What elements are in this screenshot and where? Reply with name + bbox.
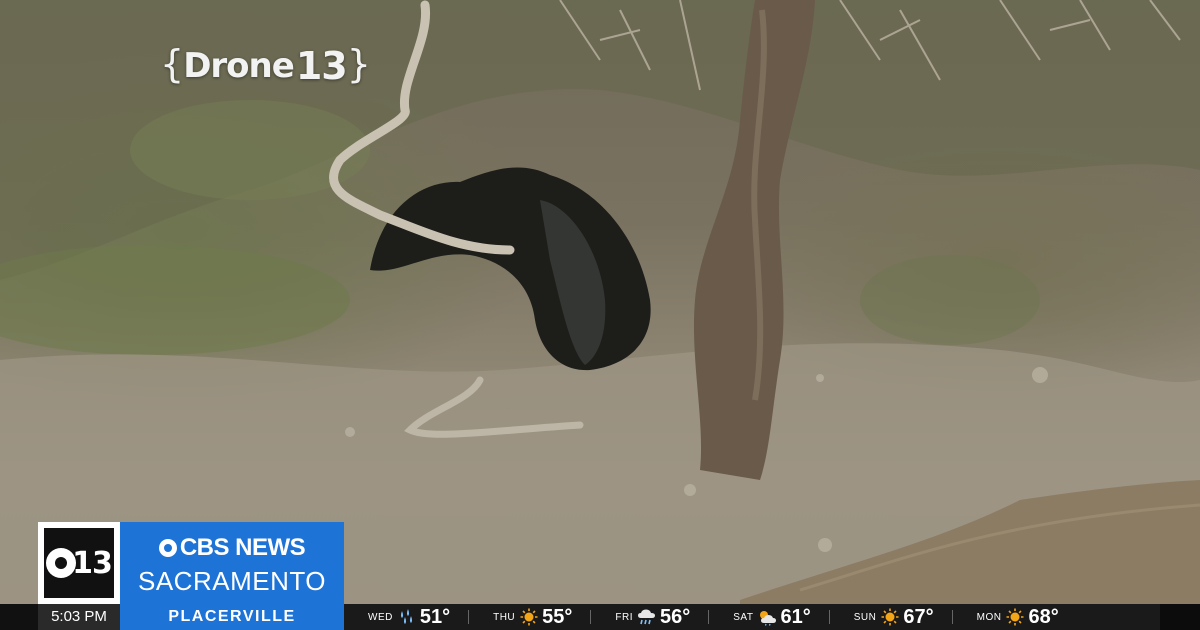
sun-icon [520, 608, 538, 626]
day-name: SUN [853, 611, 877, 623]
partly-cloudy-icon [760, 611, 777, 626]
forecast-day: FRI 56° [591, 604, 710, 630]
rain-icon [400, 609, 412, 624]
day-name: THU [493, 611, 516, 623]
day-name: FRI [615, 611, 634, 623]
sun-icon [881, 608, 899, 626]
rain-cloud-icon [638, 609, 656, 625]
logo-left-brace: { [160, 42, 184, 86]
market-name: SACRAMENTO [138, 566, 326, 596]
drone13-logo: { Drone 13 } [160, 42, 371, 88]
network-name: CBS NEWS [179, 534, 306, 561]
forecast-temp: 61° [780, 605, 811, 628]
current-time: 5:03 PM [38, 604, 120, 630]
forecast-day: SAT 61° [709, 604, 830, 630]
ticker-location: PLACERVILLE [120, 604, 344, 630]
logo-number: 13 [295, 44, 348, 88]
forecast-day: MON 68° [953, 604, 1059, 630]
sun-icon [1006, 608, 1024, 626]
day-name: MON [976, 611, 1002, 623]
network-brand: CBS NEWS SACRAMENTO [120, 522, 344, 604]
forecast-day: THU 55° [469, 604, 592, 630]
day-name: SAT [733, 611, 754, 623]
network-name-row: CBS NEWS [120, 534, 344, 562]
forecast-temp: 51° [419, 605, 451, 628]
logo-word: Drone [183, 46, 295, 86]
logo-right-brace: } [346, 42, 371, 86]
cbs13-logo-inner: 13 [44, 528, 114, 598]
forecast-day: SUN 67° [830, 604, 953, 630]
ticker-end-cap [1160, 604, 1200, 630]
cbs13-logo: 13 [38, 522, 120, 604]
forecast-temp: 55° [542, 605, 573, 628]
forecast-day: WED 51° [344, 604, 470, 630]
weather-ticker: 5:03 PM PLACERVILLE WED 51° THU 55° FRI [0, 604, 1200, 630]
forecast-temp: 56° [660, 605, 691, 628]
forecast-strip: WED 51° THU 55° FRI 56° SAT 61° SUN 67° … [344, 604, 1160, 630]
channel-number: 13 [72, 545, 113, 581]
day-name: WED [368, 611, 393, 623]
cbs-eye-icon [46, 548, 77, 578]
cbs-eye-icon [158, 539, 177, 557]
forecast-temp: 67° [903, 605, 934, 628]
forecast-temp: 68° [1028, 605, 1059, 628]
